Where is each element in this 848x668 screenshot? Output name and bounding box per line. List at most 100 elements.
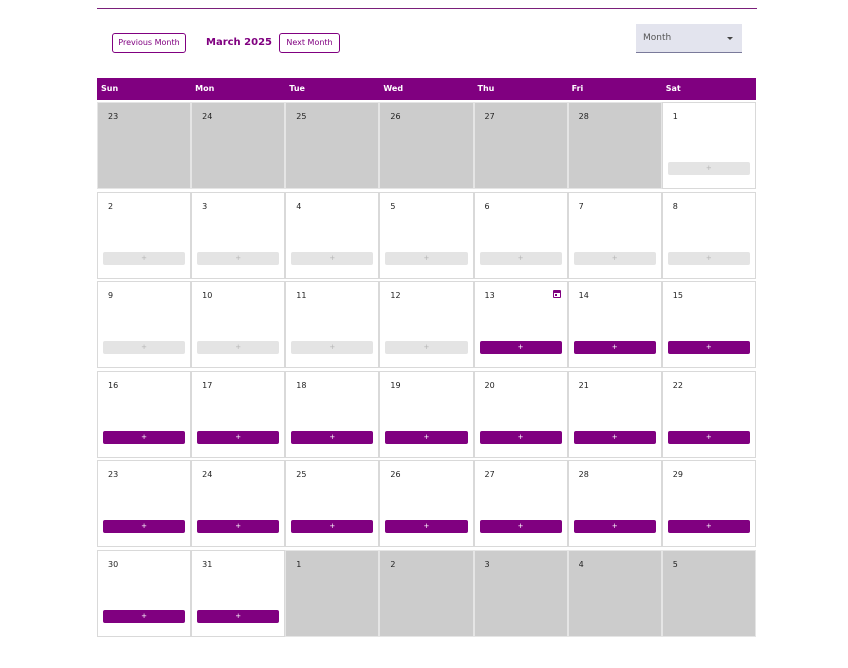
calendar-day-outside-month: 3: [473, 549, 568, 637]
add-event-button[interactable]: +: [103, 609, 186, 623]
calendar-week-row: 2 +3 +4 +5 +6 +7 +8 +: [97, 190, 756, 280]
calendar-day: 18 +: [285, 370, 380, 458]
add-event-button[interactable]: +: [573, 520, 656, 533]
calendar-day-outside-month: 28: [567, 102, 662, 189]
add-event-button[interactable]: +: [197, 430, 280, 444]
day-number: 11: [296, 291, 307, 300]
calendar-day-outside-month: 25: [285, 102, 380, 189]
calendar-day: 26 +: [379, 460, 474, 547]
day-number: 12: [390, 291, 401, 300]
add-event-button-disabled: +: [667, 251, 750, 265]
day-number: 5: [672, 559, 678, 569]
calendar-day: 13 +: [473, 281, 568, 368]
add-event-button-disabled: +: [667, 162, 750, 175]
add-event-button[interactable]: +: [573, 430, 656, 444]
weekday-mon: Mon: [195, 84, 215, 93]
day-number: 9: [108, 291, 114, 300]
day-number: 30: [108, 559, 119, 569]
add-event-button[interactable]: +: [573, 341, 656, 354]
add-event-button[interactable]: +: [479, 430, 562, 444]
day-number: 1: [296, 559, 302, 569]
calendar-day: 31 +: [191, 549, 286, 637]
add-event-button[interactable]: +: [103, 520, 186, 533]
weekday-tue: Tue: [289, 84, 305, 93]
calendar-toolbar: Previous Month March 2025 Next Month Mon…: [0, 0, 848, 70]
calendar-day: 12 +: [379, 281, 474, 368]
day-number: 3: [484, 559, 490, 569]
add-event-button-disabled: +: [385, 341, 468, 354]
add-event-button[interactable]: +: [291, 520, 374, 533]
day-number: 26: [390, 470, 401, 479]
calendar-day-outside-month: 1: [285, 549, 380, 637]
add-event-button[interactable]: +: [291, 430, 374, 444]
add-event-button-disabled: +: [385, 251, 468, 265]
add-event-button[interactable]: +: [667, 520, 750, 533]
calendar-day: 24 +: [191, 460, 286, 547]
add-event-button-disabled: +: [291, 251, 374, 265]
day-number: 8: [672, 201, 678, 211]
calendar-day: 15 +: [661, 281, 756, 368]
day-number: 27: [484, 470, 495, 479]
calendar-week-row: 30 +31 +1 2 3 4 5: [97, 548, 756, 638]
day-number: 23: [108, 112, 119, 121]
add-event-button[interactable]: +: [667, 430, 750, 444]
add-event-button[interactable]: +: [197, 609, 280, 623]
day-number: 27: [484, 112, 495, 121]
day-number: 10: [202, 291, 213, 300]
calendar-day: 9 +: [97, 281, 192, 368]
calendar-day-outside-month: 24: [191, 102, 286, 189]
calendar-day: 16 +: [97, 370, 192, 458]
day-number: 25: [296, 112, 307, 121]
day-number: 1: [672, 112, 678, 121]
day-number: 13: [484, 291, 495, 300]
add-event-button-disabled: +: [291, 341, 374, 354]
add-event-button-disabled: +: [573, 251, 656, 265]
day-number: 21: [578, 380, 589, 390]
day-number: 23: [108, 470, 119, 479]
view-select[interactable]: Month: [636, 24, 742, 53]
calendar-day: 28 +: [567, 460, 662, 547]
calendar-today-icon: [552, 290, 561, 298]
calendar-day-outside-month: 26: [379, 102, 474, 189]
previous-month-button[interactable]: Previous Month: [112, 33, 186, 53]
calendar-week-row: 9 +10 +11 +12 +13 +14 +15 +: [97, 279, 756, 369]
add-event-button[interactable]: +: [197, 520, 280, 533]
calendar-day: 10 +: [191, 281, 286, 368]
day-number: 4: [296, 201, 302, 211]
add-event-button-disabled: +: [479, 251, 562, 265]
caret-down-icon: [727, 37, 733, 40]
day-number: 25: [296, 470, 307, 479]
calendar-day: 11 +: [285, 281, 380, 368]
calendar-day: 3 +: [191, 191, 286, 279]
calendar-day: 21 +: [567, 370, 662, 458]
calendar-day-outside-month: 27: [473, 102, 568, 189]
calendar-day: 19 +: [379, 370, 474, 458]
add-event-button[interactable]: +: [667, 341, 750, 354]
calendar-day: 7 +: [567, 191, 662, 279]
calendar-day: 20 +: [473, 370, 568, 458]
day-number: 31: [202, 559, 213, 569]
day-number: 24: [202, 112, 213, 121]
calendar-day: 27 +: [473, 460, 568, 547]
day-number: 5: [390, 201, 396, 211]
view-select-value: Month: [643, 33, 672, 43]
add-event-button[interactable]: +: [385, 430, 468, 444]
calendar-day-outside-month: 2: [379, 549, 474, 637]
add-event-button[interactable]: +: [103, 430, 186, 444]
weekday-wed: Wed: [383, 84, 404, 93]
add-event-button[interactable]: +: [385, 520, 468, 533]
calendar-day: 25 +: [285, 460, 380, 547]
day-number: 28: [578, 112, 589, 121]
day-number: 26: [390, 112, 401, 121]
weekday-header: Sun Mon Tue Wed Thu Fri Sat: [97, 78, 756, 100]
calendar-day-outside-month: 5: [661, 549, 756, 637]
calendar-day: 14 +: [567, 281, 662, 368]
add-event-button[interactable]: +: [479, 341, 562, 354]
calendar-day: 29 +: [661, 460, 756, 547]
day-number: 29: [672, 470, 683, 479]
calendar-day: 6 +: [473, 191, 568, 279]
add-event-button[interactable]: +: [479, 520, 562, 533]
day-number: 20: [484, 380, 495, 390]
calendar-day: 4 +: [285, 191, 380, 279]
next-month-button[interactable]: Next Month: [279, 33, 340, 53]
